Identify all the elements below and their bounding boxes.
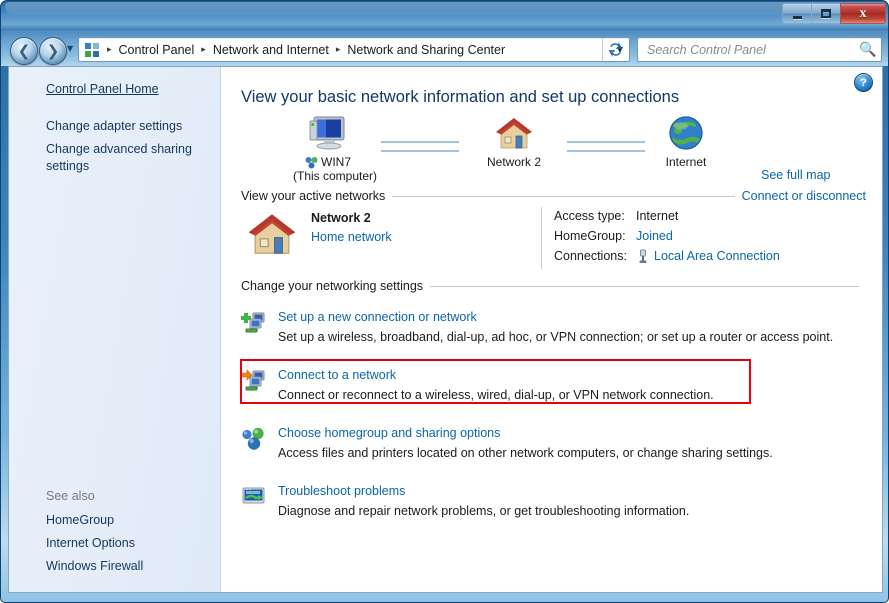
back-arrow-icon: ❮ [17, 41, 31, 60]
window-controls: x [782, 3, 886, 24]
map-node-network-label: Network 2 [486, 155, 542, 169]
sidebar-item-control-panel-home[interactable]: Control Panel Home [9, 79, 220, 101]
breadcrumb-item-0[interactable]: Control Panel [117, 43, 197, 57]
sidebar-item-windows-firewall[interactable]: Windows Firewall [9, 555, 220, 578]
troubleshoot-icon [241, 484, 267, 510]
map-node-computer[interactable]: WIN7 (This computer) [293, 115, 378, 183]
heading-rule [430, 285, 859, 287]
map-node-network[interactable]: Network 2 [459, 115, 569, 169]
maximize-button[interactable] [811, 3, 840, 24]
page-title: View your basic network information and … [241, 88, 680, 106]
new-connection-icon [241, 310, 267, 336]
access-type-key: Access type: [554, 209, 625, 223]
see-full-map-link[interactable]: See full map [761, 168, 830, 182]
breadcrumb-separator-1: ▸ [201, 44, 206, 55]
active-network-properties: Access type: Internet HomeGroup: Joined … [554, 206, 780, 266]
map-node-internet-label: Internet [665, 155, 707, 169]
homegroup-icon [241, 426, 267, 452]
map-node-computer-name: WIN7 [321, 155, 351, 169]
setting-link-title[interactable]: Choose homegroup and sharing options [278, 425, 841, 442]
networking-settings-heading: Change your networking settings [241, 279, 866, 293]
active-network-name: Network 2 [311, 211, 371, 225]
setting-link-desc: Connect or reconnect to a wireless, wire… [278, 388, 714, 402]
title-bar: x [1, 1, 888, 30]
connect-network-icon [241, 368, 267, 394]
map-node-computer-label: WIN7 [293, 155, 363, 169]
minimize-icon [792, 15, 802, 19]
setting-link-title[interactable]: Set up a new connection or network [278, 309, 841, 326]
breadcrumb-item-1[interactable]: Network and Internet [211, 43, 331, 57]
network-sharing-center-window: x ❮ ❯ ▼ ▸ Control Panel ▸ Network and In… [0, 0, 889, 603]
computer-icon [309, 116, 345, 150]
network-badge-icon [305, 156, 318, 168]
search-icon: 🔍 [859, 41, 877, 58]
property-row-access-type: Access type: Internet [554, 206, 780, 226]
property-row-connections: Connections: Local Area Connection [554, 246, 780, 266]
breadcrumb: ▸ Control Panel ▸ Network and Internet ▸… [102, 43, 611, 57]
map-link-line-2 [567, 141, 645, 152]
setting-row-choose-homegroup[interactable]: Choose homegroup and sharing options Acc… [241, 425, 841, 462]
minimize-button[interactable] [782, 3, 811, 24]
breadcrumb-separator-0: ▸ [107, 44, 112, 55]
house-icon [248, 214, 296, 254]
heading-rule [392, 195, 735, 197]
active-networks-heading: View your active networks Connect or dis… [241, 189, 866, 203]
control-panel-icon [84, 42, 100, 58]
setting-link-title[interactable]: Troubleshoot problems [278, 483, 841, 500]
sidebar-item-internet-options[interactable]: Internet Options [9, 532, 220, 555]
search-box[interactable]: 🔍 [637, 37, 882, 62]
sidebar-item-change-adapter-settings[interactable]: Change adapter settings [9, 115, 220, 138]
map-node-internet[interactable]: Internet [641, 115, 731, 169]
address-bar[interactable]: ▸ Control Panel ▸ Network and Internet ▸… [78, 37, 630, 62]
homegroup-value-link[interactable]: Joined [636, 229, 673, 243]
active-network-type-link[interactable]: Home network [311, 230, 392, 244]
help-icon[interactable]: ? [854, 73, 873, 92]
back-button[interactable]: ❮ [10, 37, 38, 65]
client-area: Control Panel Home Change adapter settin… [8, 66, 883, 593]
sidebar-item-change-advanced-sharing-settings[interactable]: Change advanced sharing settings [9, 138, 220, 178]
setting-row-connect-to-a-network[interactable]: Connect to a network Connect or reconnec… [241, 367, 841, 404]
map-node-computer-sublabel: (This computer) [293, 169, 378, 183]
breadcrumb-item-2[interactable]: Network and Sharing Center [345, 43, 507, 57]
vertical-divider [541, 207, 542, 269]
setting-row-set-up-new-connection[interactable]: Set up a new connection or network Set u… [241, 309, 841, 346]
globe-icon [669, 116, 703, 150]
map-link-line-1 [381, 141, 459, 152]
recent-pages-button[interactable]: ▼ [67, 45, 73, 53]
sidebar: Control Panel Home Change adapter settin… [9, 67, 221, 592]
see-also-title: See also [46, 489, 95, 503]
see-also-section: See also HomeGroup Internet Options Wind… [9, 487, 220, 592]
connect-or-disconnect-link[interactable]: Connect or disconnect [742, 189, 866, 203]
main-content: ? View your basic network information an… [221, 67, 882, 592]
forward-button[interactable]: ❯ [39, 37, 67, 65]
forward-arrow-icon: ❯ [46, 41, 60, 60]
search-input[interactable] [645, 41, 851, 58]
setting-link-desc: Access files and printers located on oth… [278, 446, 773, 460]
setting-link-desc: Diagnose and repair network problems, or… [278, 504, 690, 518]
property-row-homegroup: HomeGroup: Joined [554, 226, 780, 246]
refresh-icon [608, 42, 622, 57]
house-icon [496, 118, 532, 149]
ethernet-icon [639, 249, 647, 263]
setting-link-desc: Set up a wireless, broadband, dial-up, a… [278, 330, 834, 344]
setting-link-title[interactable]: Connect to a network [278, 367, 841, 384]
active-network-block: Network 2 Home network Access type: Inte… [241, 205, 866, 275]
refresh-button[interactable] [602, 38, 627, 61]
networking-settings-heading-text: Change your networking settings [241, 279, 424, 293]
homegroup-key: HomeGroup: [554, 229, 626, 243]
network-map: WIN7 (This computer) Network 2 Internet … [241, 115, 861, 187]
maximize-icon [821, 9, 831, 18]
active-networks-heading-text: View your active networks [241, 189, 386, 203]
close-button[interactable]: x [840, 3, 886, 24]
close-icon: x [859, 5, 867, 21]
setting-row-troubleshoot-problems[interactable]: Troubleshoot problems Diagnose and repai… [241, 483, 841, 520]
breadcrumb-separator-2: ▸ [335, 44, 341, 55]
connections-value-link[interactable]: Local Area Connection [654, 249, 780, 263]
access-type-value: Internet [636, 209, 679, 223]
sidebar-item-homegroup[interactable]: HomeGroup [9, 509, 220, 532]
connections-key: Connections: [554, 249, 627, 263]
